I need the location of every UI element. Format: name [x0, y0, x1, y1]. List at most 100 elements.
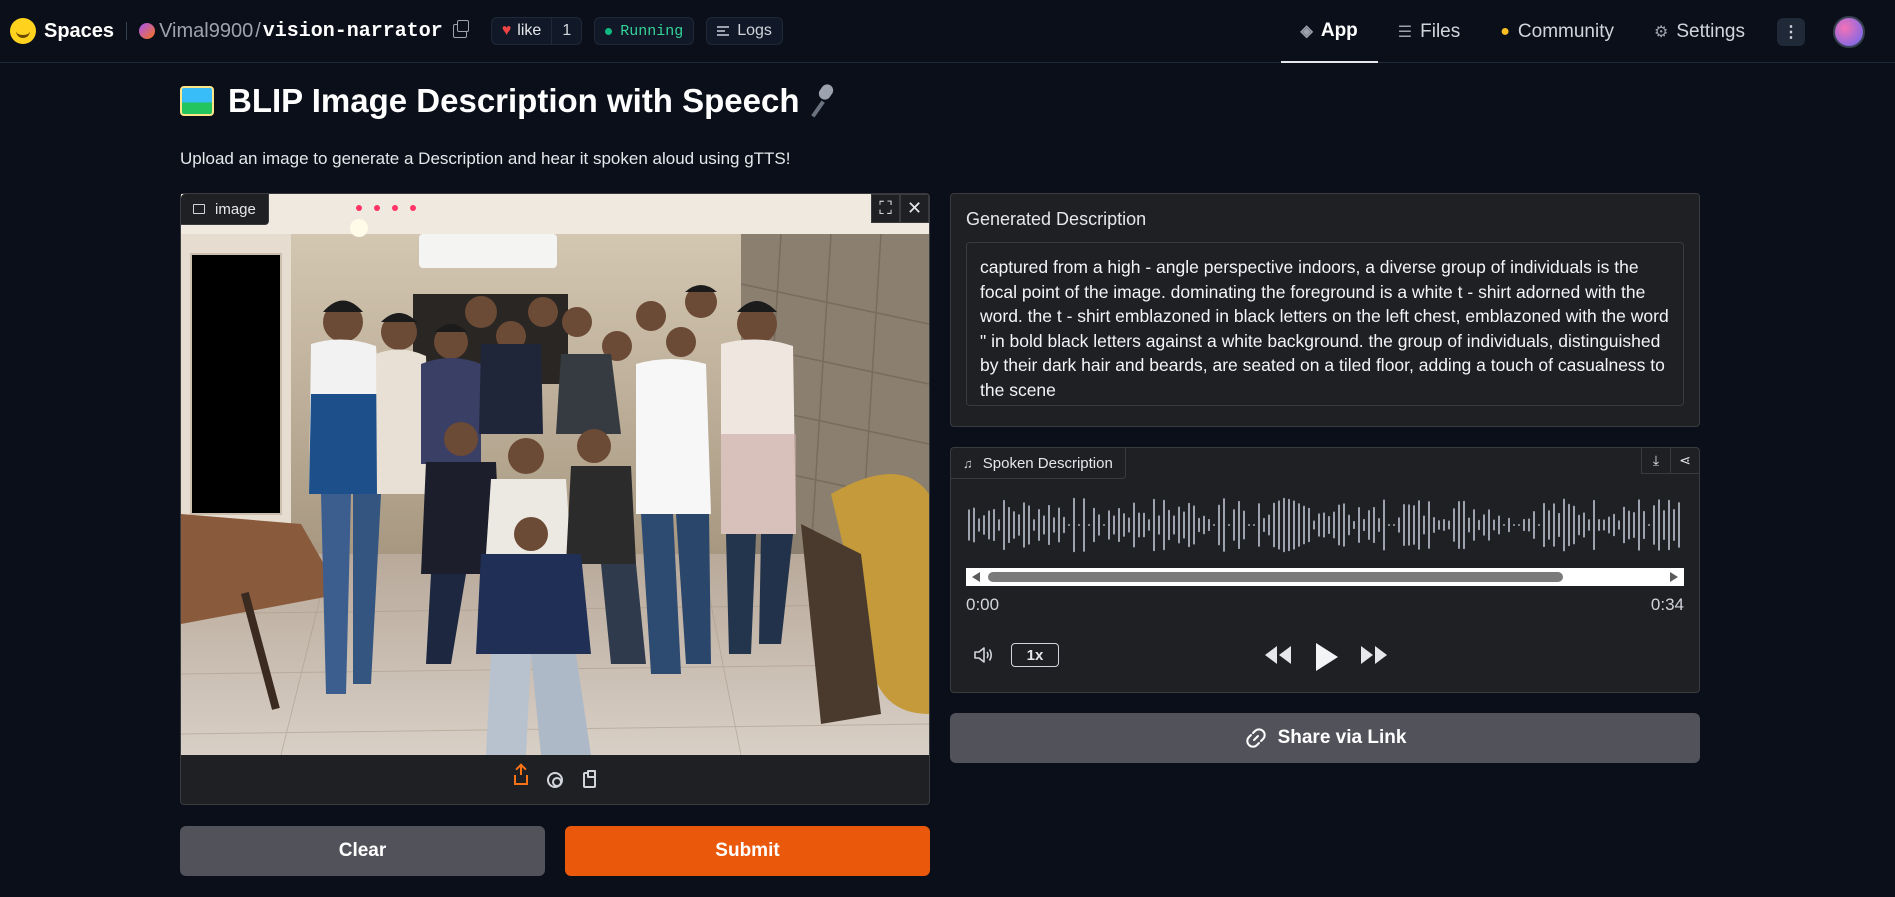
scrollbar-thumb[interactable]	[988, 572, 1563, 582]
brand-label: Spaces	[44, 19, 115, 42]
like-count: 1	[562, 22, 572, 39]
tab-app[interactable]: ◈ App	[1280, 0, 1378, 63]
tab-settings[interactable]: ⚙ Settings	[1634, 0, 1765, 63]
waveform-bar	[1058, 507, 1060, 543]
waveform-bar	[1653, 505, 1655, 545]
scroll-left-arrow-icon[interactable]	[972, 572, 980, 582]
upload-source-button[interactable]	[511, 765, 531, 790]
waveform-bar	[1398, 517, 1400, 533]
tab-files[interactable]: ☰ Files	[1378, 0, 1480, 63]
waveform-bar	[1028, 505, 1030, 545]
waveform-bar	[1263, 517, 1265, 533]
waveform-bar	[1513, 524, 1515, 526]
logs-icon	[717, 26, 730, 36]
waveform-bar	[973, 507, 975, 543]
cube-icon: ◈	[1300, 22, 1313, 40]
rewind-icon[interactable]	[1263, 641, 1293, 669]
tab-app-label: App	[1320, 19, 1358, 41]
waveform-bar	[1053, 517, 1055, 533]
waveform-bar	[1493, 519, 1495, 531]
image-source-selector	[181, 755, 929, 804]
waveform-bar	[1198, 517, 1200, 533]
waveform-bar	[1123, 513, 1125, 537]
waveform-bar	[1323, 512, 1325, 538]
waveform-scrollbar[interactable]	[966, 568, 1684, 586]
waveform-bar	[1168, 509, 1170, 541]
waveform-bar	[978, 518, 980, 532]
scroll-right-arrow-icon[interactable]	[1670, 572, 1678, 582]
community-icon: ●	[1500, 22, 1510, 40]
like-label: like	[517, 22, 542, 39]
fast-forward-icon[interactable]	[1359, 641, 1389, 669]
waveform-bar	[1348, 514, 1350, 536]
waveform-bar	[1533, 511, 1535, 539]
waveform-bar	[1238, 500, 1240, 550]
waveform-bar	[1273, 502, 1275, 548]
audio-waveform[interactable]	[966, 493, 1684, 557]
volume-icon[interactable]	[973, 645, 995, 665]
fullscreen-icon[interactable]: ⛶	[871, 194, 900, 223]
repo-link[interactable]: vision-narrator	[263, 20, 443, 43]
upload-icon	[514, 765, 528, 785]
logs-button[interactable]: Logs	[706, 17, 783, 45]
waveform-bar	[1083, 498, 1085, 552]
webcam-icon	[547, 771, 563, 788]
music-note-icon: ♫	[963, 455, 973, 471]
clear-button[interactable]: Clear	[180, 826, 545, 876]
waveform-bar	[1368, 510, 1370, 540]
submit-button[interactable]: Submit	[565, 826, 930, 876]
waveform-bar	[1093, 507, 1095, 543]
waveform-bar	[1048, 504, 1050, 546]
framed-picture-icon	[180, 86, 214, 116]
status-dot-icon	[605, 27, 613, 35]
waveform-bar	[1553, 503, 1555, 547]
status-label: Running	[620, 22, 684, 40]
waveform-bar	[1193, 505, 1195, 545]
waveform-bar	[1518, 524, 1520, 526]
clipboard-source-button[interactable]	[579, 769, 599, 790]
waveform-bar	[1138, 512, 1140, 538]
close-icon[interactable]: ✕	[900, 194, 929, 223]
waveform-bar	[1428, 501, 1430, 549]
waveform-bar	[1433, 516, 1435, 534]
like-button[interactable]: ♥ like 1	[490, 17, 583, 45]
space-tabs: ◈ App ☰ Files ● Community ⚙ Settings ⋮	[1280, 0, 1895, 63]
waveform-bar	[1383, 499, 1385, 551]
waveform-bar	[1173, 515, 1175, 535]
waveform-bar	[1108, 510, 1110, 540]
description-textbox[interactable]: captured from a high - angle perspective…	[966, 242, 1684, 406]
waveform-bar	[1658, 499, 1660, 551]
share-via-link-button[interactable]: Share via Link	[950, 713, 1700, 763]
waveform-bar	[1453, 508, 1455, 542]
playback-speed-button[interactable]: 1x	[1011, 643, 1059, 667]
waveform-bar	[1473, 509, 1475, 541]
waveform-bar	[1343, 503, 1345, 547]
play-icon[interactable]	[1311, 641, 1341, 673]
waveform-bar	[1043, 515, 1045, 535]
waveform-bar	[1253, 524, 1255, 526]
waveform-bar	[1013, 511, 1015, 539]
webcam-source-button[interactable]	[545, 770, 565, 790]
copy-icon[interactable]	[452, 20, 469, 38]
waveform-bar	[1363, 518, 1365, 532]
waveform-bar	[1418, 500, 1420, 550]
waveform-bar	[1293, 500, 1295, 550]
more-options-button[interactable]: ⋮	[1777, 17, 1805, 46]
waveform-bar	[1563, 498, 1565, 552]
waveform-bar	[1623, 506, 1625, 544]
owner-link[interactable]: Vimal9900	[159, 20, 253, 43]
waveform-bar	[1248, 524, 1250, 526]
user-avatar[interactable]	[1833, 15, 1865, 48]
share-icon[interactable]: ⋖	[1670, 448, 1699, 474]
waveform-bar	[1673, 509, 1675, 541]
download-icon[interactable]: ⤓	[1641, 448, 1670, 474]
spaces-logo[interactable]: Spaces	[10, 18, 114, 44]
waveform-bar	[1128, 517, 1130, 533]
share-label: Share via Link	[1277, 727, 1407, 748]
audio-label: ♫ Spoken Description	[951, 448, 1126, 479]
waveform-bar	[1678, 502, 1680, 548]
description-panel: Generated Description captured from a hi…	[950, 193, 1700, 427]
repo-breadcrumb: Vimal9900 / vision-narrator	[139, 20, 469, 43]
status-badge[interactable]: Running	[594, 17, 695, 45]
tab-community[interactable]: ● Community	[1480, 0, 1634, 63]
